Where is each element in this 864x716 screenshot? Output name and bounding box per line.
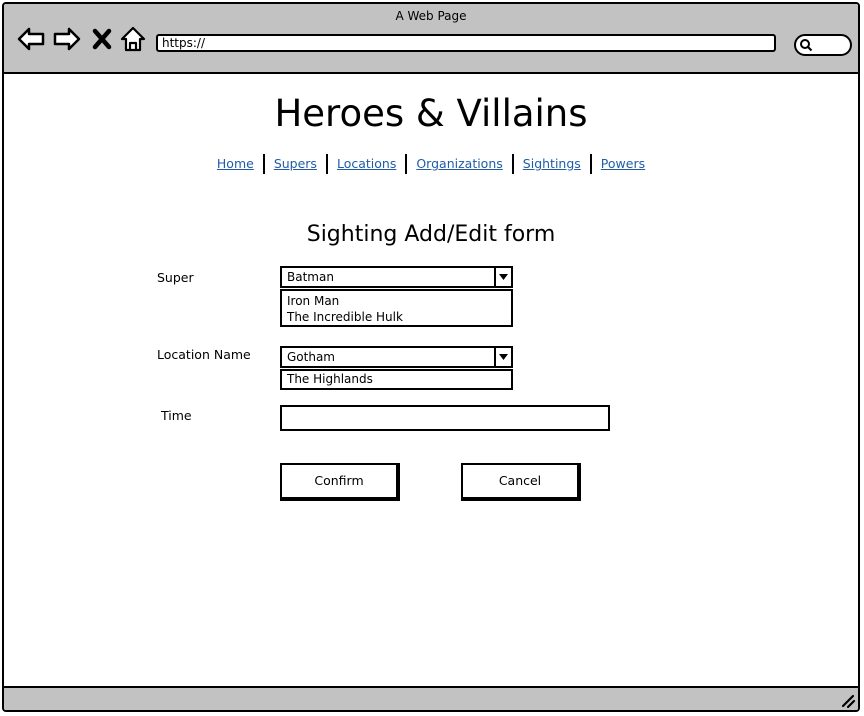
nav-link-organizations[interactable]: Organizations <box>407 154 511 174</box>
nav-link-sightings[interactable]: Sightings <box>514 154 590 174</box>
resize-grip-icon[interactable] <box>838 691 856 709</box>
window-title: A Web Page <box>395 9 467 23</box>
cancel-button[interactable]: Cancel <box>461 463 581 501</box>
form-title: Sighting Add/Edit form <box>306 222 556 247</box>
super-dropdown-list: Iron Man The Incredible Hulk <box>280 289 513 327</box>
close-icon[interactable] <box>90 24 114 54</box>
location-selected-value: Gotham <box>287 350 335 364</box>
chevron-down-icon[interactable] <box>494 348 511 366</box>
search-icon <box>800 39 813 52</box>
nav-link-locations[interactable]: Locations <box>328 154 405 174</box>
time-input[interactable] <box>280 405 610 431</box>
search-button[interactable] <box>794 34 852 56</box>
browser-titlebar: A Web Page <box>4 4 858 74</box>
nav-link-supers[interactable]: Supers <box>265 154 326 174</box>
browser-statusbar <box>4 686 858 710</box>
back-arrow-icon[interactable] <box>16 24 46 54</box>
forward-arrow-icon[interactable] <box>52 24 82 54</box>
super-label: Super <box>157 270 194 285</box>
chevron-down-icon[interactable] <box>494 268 511 286</box>
browser-window: A Web Page Heroes & Villains Home Supers… <box>2 2 860 712</box>
nav-link-home[interactable]: Home <box>208 154 263 174</box>
location-option-the-highlands[interactable]: The Highlands <box>282 371 511 388</box>
super-selected-value: Batman <box>287 270 334 284</box>
page-title: Heroes & Villains <box>274 92 588 135</box>
super-option-iron-man[interactable]: Iron Man <box>282 293 511 309</box>
home-icon[interactable] <box>118 24 148 54</box>
site-nav: Home Supers Locations Organizations Sigh… <box>4 154 858 174</box>
super-select[interactable]: Batman <box>280 266 513 288</box>
location-select[interactable]: Gotham <box>280 346 513 368</box>
confirm-button[interactable]: Confirm <box>280 463 400 501</box>
time-label: Time <box>161 408 192 423</box>
location-label: Location Name <box>157 347 251 362</box>
super-option-incredible-hulk[interactable]: The Incredible Hulk <box>282 309 511 325</box>
location-dropdown-list: The Highlands <box>280 369 513 390</box>
url-field[interactable] <box>156 34 776 52</box>
nav-link-powers[interactable]: Powers <box>592 154 654 174</box>
